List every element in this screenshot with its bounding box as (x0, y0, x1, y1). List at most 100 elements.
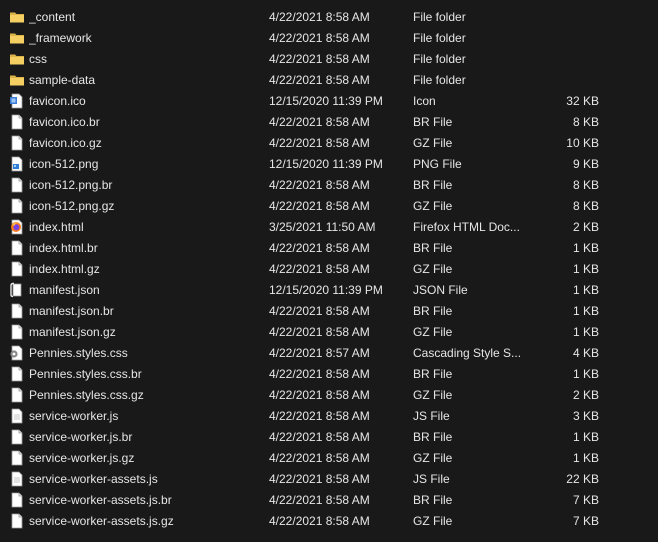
file-type: BR File (413, 304, 453, 318)
file-size: 2 KB (572, 388, 599, 402)
file-row[interactable]: Pennies.styles.css 4/22/2021 8:57 AM Casca… (0, 343, 658, 364)
file-row[interactable]: _content 4/22/2021 8:58 AM File folder (0, 7, 658, 28)
file-name[interactable]: icon-512.png.gz (29, 196, 259, 217)
icon-cell (9, 259, 25, 280)
file-date-modified: 4/22/2021 8:58 AM (269, 367, 370, 381)
file-type: Cascading Style S... (413, 346, 522, 360)
folder-icon (9, 72, 25, 88)
file-icon (9, 261, 25, 277)
file-name[interactable]: Pennies.styles.css.br (29, 364, 259, 385)
file-type: File folder (413, 10, 466, 24)
file-name[interactable]: service-worker.js.gz (29, 448, 259, 469)
file-name[interactable]: manifest.json.gz (29, 322, 259, 343)
file-size: 8 KB (572, 178, 599, 192)
file-size: 22 KB (566, 472, 599, 486)
file-name[interactable]: favicon.ico.br (29, 112, 259, 133)
file-row[interactable]: index.html 3/25/2021 11:50 AM Firefox HTML… (0, 217, 658, 238)
file-row[interactable]: service-worker-assets.js.br 4/22/2021 8:5… (0, 490, 658, 511)
file-row[interactable]: favicon.ico.gz 4/22/2021 8:58 AM GZ File 10… (0, 133, 658, 154)
file-date-modified: 4/22/2021 8:58 AM (269, 262, 370, 276)
file-name[interactable]: icon-512.png (29, 154, 259, 175)
file-type: BR File (413, 241, 453, 255)
file-icon (9, 114, 25, 130)
icon-cell (9, 490, 25, 511)
file-name[interactable]: favicon.ico (29, 91, 259, 112)
file-icon (9, 324, 25, 340)
file-name[interactable]: service-worker.js.br (29, 427, 259, 448)
file-row[interactable]: manifest.json 12/15/2020 11:39 PM JSON Fil… (0, 280, 658, 301)
file-row[interactable]: favicon.ico 12/15/2020 11:39 PM Icon 32 KB (0, 91, 658, 112)
file-row[interactable]: service-worker.js.gz 4/22/2021 8:58 AM GZ … (0, 448, 658, 469)
file-row[interactable]: _framework 4/22/2021 8:58 AM File folder (0, 28, 658, 49)
icon-cell (9, 322, 25, 343)
file-size: 10 KB (566, 136, 599, 150)
file-list: _content 4/22/2021 8:58 AM File folder _fra… (0, 0, 658, 542)
file-name[interactable]: manifest.json.br (29, 301, 259, 322)
file-icon (9, 198, 25, 214)
file-row[interactable]: icon-512.png 12/15/2020 11:39 PM PNG File 9… (0, 154, 658, 175)
file-name[interactable]: index.html.gz (29, 259, 259, 280)
file-size: 1 KB (572, 262, 599, 276)
file-type: Icon (413, 94, 436, 108)
js-file-icon (9, 408, 25, 424)
file-name[interactable]: index.html (29, 217, 259, 238)
file-row[interactable]: icon-512.png.gz 4/22/2021 8:58 AM GZ File 8… (0, 196, 658, 217)
file-row[interactable]: css 4/22/2021 8:58 AM File folder (0, 49, 658, 70)
file-date-modified: 4/22/2021 8:58 AM (269, 493, 370, 507)
file-date-modified: 4/22/2021 8:58 AM (269, 199, 370, 213)
file-row[interactable]: index.html.gz 4/22/2021 8:58 AM GZ File 1 K… (0, 259, 658, 280)
icon-cell (9, 91, 25, 112)
icon-cell (9, 49, 25, 70)
file-type: PNG File (413, 157, 462, 171)
file-size: 1 KB (572, 451, 599, 465)
file-size: 1 KB (572, 283, 599, 297)
file-date-modified: 4/22/2021 8:58 AM (269, 430, 370, 444)
icon-cell (9, 385, 25, 406)
file-row[interactable]: favicon.ico.br 4/22/2021 8:58 AM BR File 8 … (0, 112, 658, 133)
file-row[interactable]: Pennies.styles.css.gz 4/22/2021 8:58 AM GZ… (0, 385, 658, 406)
file-name[interactable]: service-worker-assets.js.br (29, 490, 259, 511)
file-row[interactable]: Pennies.styles.css.br 4/22/2021 8:58 AM BR… (0, 364, 658, 385)
file-row[interactable]: service-worker-assets.js.gz 4/22/2021 8:5… (0, 511, 658, 532)
file-name[interactable]: _framework (29, 28, 259, 49)
file-row[interactable]: service-worker-assets.js 4/22/2021 8:58 A… (0, 469, 658, 490)
file-name[interactable]: _content (29, 7, 259, 28)
icon-cell (9, 238, 25, 259)
file-name[interactable]: sample-data (29, 70, 259, 91)
folder-icon (9, 51, 25, 67)
file-name[interactable]: service-worker.js (29, 406, 259, 427)
file-row[interactable]: icon-512.png.br 4/22/2021 8:58 AM BR File 8… (0, 175, 658, 196)
icon-cell (9, 196, 25, 217)
ico-file-icon (9, 93, 25, 109)
icon-cell (9, 70, 25, 91)
file-name[interactable]: manifest.json (29, 280, 259, 301)
js-file-icon (9, 471, 25, 487)
file-name[interactable]: css (29, 49, 259, 70)
file-row[interactable]: manifest.json.br 4/22/2021 8:58 AM BR File… (0, 301, 658, 322)
file-name[interactable]: icon-512.png.br (29, 175, 259, 196)
file-name[interactable]: Pennies.styles.css.gz (29, 385, 259, 406)
file-name[interactable]: favicon.ico.gz (29, 133, 259, 154)
file-type: GZ File (413, 388, 453, 402)
file-type: GZ File (413, 451, 453, 465)
file-name[interactable]: service-worker-assets.js (29, 469, 259, 490)
firefox-icon (9, 219, 25, 235)
file-name[interactable]: Pennies.styles.css (29, 343, 259, 364)
icon-cell (9, 7, 25, 28)
file-type: BR File (413, 115, 453, 129)
icon-cell (9, 112, 25, 133)
file-name[interactable]: index.html.br (29, 238, 259, 259)
icon-cell (9, 511, 25, 532)
file-date-modified: 4/22/2021 8:58 AM (269, 325, 370, 339)
file-type: BR File (413, 178, 453, 192)
file-date-modified: 4/22/2021 8:58 AM (269, 178, 370, 192)
file-row[interactable]: manifest.json.gz 4/22/2021 8:58 AM GZ File… (0, 322, 658, 343)
file-type: File folder (413, 73, 466, 87)
file-row[interactable]: index.html.br 4/22/2021 8:58 AM BR File 1 K… (0, 238, 658, 259)
file-row[interactable]: sample-data 4/22/2021 8:58 AM File folder (0, 70, 658, 91)
file-icon (9, 513, 25, 529)
file-name[interactable]: service-worker-assets.js.gz (29, 511, 259, 532)
file-row[interactable]: service-worker.js.br 4/22/2021 8:58 AM BR … (0, 427, 658, 448)
file-row[interactable]: service-worker.js 4/22/2021 8:58 AM JS Fil… (0, 406, 658, 427)
file-type: Firefox HTML Doc... (413, 220, 520, 234)
